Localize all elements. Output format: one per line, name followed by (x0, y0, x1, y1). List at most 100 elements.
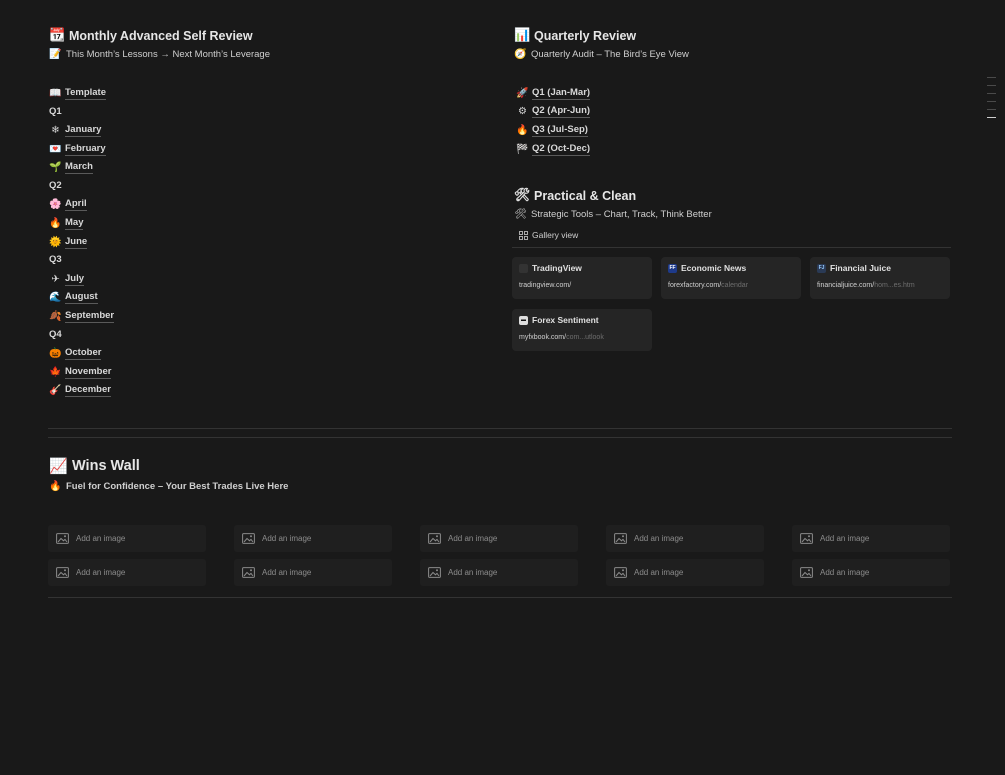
quarter-emoji-icon: ⚙ (518, 106, 527, 118)
add-image-label: Add an image (448, 534, 498, 543)
month-link-february[interactable]: 💌 February (49, 140, 114, 159)
fire-icon: 🔥 (49, 481, 62, 492)
month-link-april[interactable]: 🌸 April (49, 196, 114, 215)
add-image-label: Add an image (262, 568, 312, 577)
add-image-button[interactable]: Add an image (48, 525, 206, 552)
month-link-july[interactable]: ✈ July (49, 270, 114, 289)
add-image-label: Add an image (76, 568, 126, 577)
quarterly-review-subtitle: 🧭 Quarterly Audit – The Bird’s Eye View (514, 49, 689, 60)
add-image-label: Add an image (820, 534, 870, 543)
month-link-march[interactable]: 🌱 March (49, 158, 114, 177)
practical-subtitle: 🛠 Strategic Tools – Chart, Track, Think … (514, 209, 712, 220)
monthly-page-list: 📖 Template Q1 ❄ January 💌 February 🌱 March Q2 🌸 A… (49, 84, 115, 401)
quarter-emoji-icon: 🔥 (516, 124, 529, 136)
image-icon (800, 533, 813, 544)
tool-card-title: TradingView (532, 263, 582, 273)
add-image-button[interactable]: Add an image (792, 559, 950, 586)
add-image-button[interactable]: Add an image (420, 525, 578, 552)
tool-card-fj[interactable]: FJ Financial Juice financialjuice.com/hom.… (810, 257, 950, 299)
add-image-button[interactable]: Add an image (420, 559, 578, 586)
calendar-icon: 📆 (49, 28, 66, 43)
month-link-june[interactable]: 🌞 June (49, 233, 114, 252)
month-emoji-icon: ✈ (51, 273, 60, 285)
add-image-label: Add an image (820, 568, 870, 577)
add-image-button[interactable]: Add an image (234, 525, 392, 552)
tool-card-title: Economic News (681, 263, 747, 273)
add-image-label: Add an image (76, 534, 126, 543)
monthly-review-subtitle: 📝 This Month’s Lessons → Next Month’s Le… (49, 49, 270, 60)
month-link-november[interactable]: 🍁 November (49, 363, 114, 382)
month-emoji-icon: 🍂 (49, 310, 62, 322)
quarterly-page-list: 🚀 Q1 (Jan-Mar) ⚙ Q2 (Apr-Jun) 🔥 Q3 (Jul-Sep) 🏁… (516, 84, 591, 159)
outline-scroll-markers[interactable] (987, 77, 996, 125)
month-emoji-icon: 🌸 (49, 199, 62, 211)
quarter-link-4[interactable]: 🏁 Q2 (Oct-Dec) (516, 140, 591, 159)
month-emoji-icon: 🎸 (49, 385, 62, 397)
quarterly-review-heading: 📊 Quarterly Review (514, 28, 636, 43)
month-link-october[interactable]: 🎃 October (49, 344, 114, 363)
fj-favicon-icon: FJ (817, 263, 826, 273)
tool-card-url: forexfactory.com/calendar (668, 282, 749, 289)
tools-icon: 🛠 (514, 188, 531, 203)
quarterly-review-title: Quarterly Review (534, 28, 637, 43)
add-image-label: Add an image (448, 568, 498, 577)
month-emoji-icon: 🌞 (49, 236, 62, 248)
quarter-link-1[interactable]: 🚀 Q1 (Jan-Mar) (516, 84, 591, 103)
section-divider (48, 428, 952, 429)
monthly-review-title: Monthly Advanced Self Review (69, 28, 253, 43)
image-icon (614, 567, 627, 578)
gallery-view-tab[interactable]: Gallery view (519, 230, 578, 240)
month-link-august[interactable]: 🌊 August (49, 289, 114, 308)
gallery-divider (512, 247, 951, 248)
tools-icon: 🛠 (514, 209, 527, 220)
quarter-label: Q4 (49, 328, 62, 340)
add-image-button[interactable]: Add an image (792, 525, 950, 552)
quarter-label: Q3 (49, 254, 62, 266)
quarter-label: Q2 (49, 179, 62, 191)
add-image-label: Add an image (634, 568, 684, 577)
bar-chart-icon: 📊 (514, 28, 531, 43)
tool-card-url: myfxbook.com/com...utlook (519, 334, 604, 341)
quarter-link-3[interactable]: 🔥 Q3 (Jul-Sep) (516, 121, 590, 140)
quarter-label: Q1 (49, 105, 62, 117)
month-emoji-icon: 🔥 (49, 217, 62, 229)
template-link[interactable]: 📖 Template (49, 84, 114, 103)
wins-bottom-divider (48, 597, 952, 598)
gallery-grid-icon (519, 230, 528, 240)
image-icon (428, 533, 441, 544)
quarter-emoji-icon: 🏁 (516, 143, 529, 155)
tool-card-fx[interactable]: ▬ Forex Sentiment myfxbook.com/com...utloo… (512, 309, 652, 351)
add-image-label: Add an image (262, 534, 312, 543)
image-icon (242, 533, 255, 544)
tool-card-url: financialjuice.com/hom...es.htm (817, 282, 915, 289)
compass-icon: 🧭 (514, 49, 527, 60)
image-icon (614, 533, 627, 544)
tool-card-ff[interactable]: FF Economic News forexfactory.com/calendar (661, 257, 801, 299)
tool-card-title: Financial Juice (830, 263, 891, 273)
wins-wall-title: Wins Wall (72, 458, 140, 474)
chart-increasing-icon: 📈 (49, 457, 68, 475)
month-emoji-icon: 🌱 (49, 162, 62, 174)
image-icon (800, 567, 813, 578)
wins-wall-subtitle: 🔥 Fuel for Confidence – Your Best Trades… (49, 481, 289, 492)
month-emoji-icon: ❄ (51, 124, 60, 136)
image-icon (242, 567, 255, 578)
month-link-december[interactable]: 🎸 December (49, 382, 114, 401)
month-emoji-icon: 🌊 (49, 292, 62, 304)
tool-card-tv[interactable]: TradingView tradingview.com/ (512, 257, 652, 299)
month-link-september[interactable]: 🍂 September (49, 307, 115, 326)
month-emoji-icon: 🎃 (49, 348, 62, 360)
add-image-button[interactable]: Add an image (606, 525, 764, 552)
monthly-review-heading: 📆 Monthly Advanced Self Review (49, 28, 253, 43)
add-image-button[interactable]: Add an image (234, 559, 392, 586)
ff-favicon-icon: FF (668, 263, 677, 273)
month-emoji-icon: 💌 (49, 143, 62, 155)
add-image-button[interactable]: Add an image (48, 559, 206, 586)
book-icon: 📖 (49, 87, 62, 99)
quarter-link-2[interactable]: ⚙ Q2 (Apr-Jun) (516, 103, 591, 122)
image-icon (428, 567, 441, 578)
month-link-may[interactable]: 🔥 May (49, 214, 114, 233)
add-image-button[interactable]: Add an image (606, 559, 764, 586)
section-divider (48, 437, 952, 438)
month-link-january[interactable]: ❄ January (49, 121, 114, 140)
